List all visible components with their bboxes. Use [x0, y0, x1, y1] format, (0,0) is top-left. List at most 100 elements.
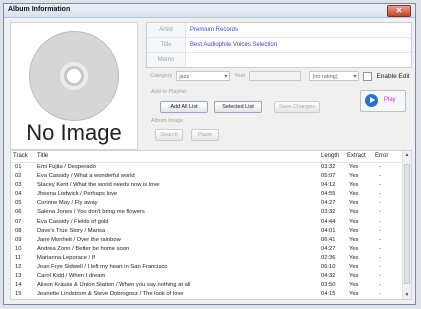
track-extract: Yes	[349, 264, 359, 271]
track-extract: Yes	[349, 173, 359, 180]
track-length: 06:41	[321, 236, 336, 243]
track-length: 03:32	[321, 209, 336, 216]
track-title: Stacey Kent / What the world needs now i…	[37, 182, 160, 189]
track-number: 04	[15, 191, 22, 198]
track-error: -	[379, 273, 381, 280]
track-number: 07	[15, 218, 22, 225]
track-number: 13	[15, 273, 22, 280]
track-length: 04:15	[321, 291, 336, 298]
track-number: 12	[15, 264, 22, 271]
track-error: -	[379, 164, 381, 170]
category-label: Category	[150, 73, 173, 79]
track-number: 05	[15, 200, 22, 207]
track-number: 09	[15, 236, 22, 243]
track-extract: Yes	[349, 200, 359, 207]
header-extract[interactable]: Extract	[345, 151, 373, 162]
track-number: 11	[15, 254, 22, 261]
track-length: 02:36	[321, 254, 336, 261]
add-to-playlist-label: Add to Playlist	[151, 89, 186, 95]
table-row[interactable]: 15 Jeanette Lindstrom & Steve Dobrogosz /…	[11, 290, 411, 299]
album-meta-panel: Artist Premium Records Title Best Audiop…	[146, 22, 412, 68]
track-number: 03	[15, 182, 22, 189]
title-bar[interactable]: Album Information ✕	[4, 4, 415, 18]
table-row[interactable]: 14 Alison Krauss & Union Station / When y…	[11, 281, 411, 290]
table-row[interactable]: 08 Dave's True Story / Marisa 04:01 Yes -	[11, 227, 411, 236]
header-length[interactable]: Length	[319, 151, 345, 162]
table-row[interactable]: 09 Jane Monheit / Over the rainbow 06:41 Ye…	[11, 236, 411, 245]
table-row[interactable]: 06 Salena Jones / You don't bring me flow…	[11, 208, 411, 217]
table-row[interactable]: 07 Eva Cassidy / Fields of gold 04:44 Yes -	[11, 218, 411, 227]
search-image-button[interactable]: Search	[155, 129, 183, 141]
artist-label: Artist	[147, 23, 186, 37]
track-number: 10	[15, 245, 22, 252]
track-title: Andrea Zonn / Better be home soon	[37, 245, 130, 252]
track-error: -	[379, 291, 381, 298]
track-title: Emi Fujita / Desperado	[37, 164, 96, 170]
play-button[interactable]: Play	[360, 90, 406, 112]
table-row[interactable]: 10 Andrea Zonn / Better be home soon 04:27…	[11, 245, 411, 254]
selected-list-button[interactable]: Selected List	[214, 101, 262, 113]
title-value[interactable]: Best Audiophile Voices Selection	[186, 42, 277, 48]
track-extract: Yes	[349, 236, 359, 243]
album-art-placeholder: No Image	[10, 22, 138, 150]
paste-image-button[interactable]: Paste	[191, 129, 219, 141]
track-extract: Yes	[349, 291, 359, 298]
close-button[interactable]: ✕	[387, 5, 411, 17]
track-error: -	[379, 264, 381, 271]
category-value: jazz	[179, 74, 190, 80]
track-title: Marianna Leporace / If	[37, 254, 96, 261]
track-length: 04:44	[321, 218, 336, 225]
chevron-down-icon: ▾	[353, 74, 357, 80]
track-number: 14	[15, 282, 22, 289]
track-extract: Yes	[349, 182, 359, 189]
table-row[interactable]: 13 Carol Kidd / When I dream 04:32 Yes -	[11, 272, 411, 281]
artist-value[interactable]: Premium Records	[186, 27, 238, 33]
track-error: -	[379, 245, 381, 252]
header-title[interactable]: Title	[35, 151, 319, 162]
add-all-list-button[interactable]: Add All List	[160, 101, 208, 113]
track-list[interactable]: Track Title Length Extract Error 01 Emi F…	[10, 150, 412, 300]
table-row[interactable]: 11 Marianna Leporace / If 02:36 Yes -	[11, 254, 411, 263]
track-extract: Yes	[349, 254, 359, 261]
track-list-header: Track Title Length Extract Error	[11, 151, 411, 163]
category-select[interactable]: jazz ▾	[176, 71, 231, 81]
rating-select[interactable]: (no rating) ▾	[309, 71, 360, 81]
table-row[interactable]: 01 Emi Fujita / Desperado 03:32 Yes -	[11, 163, 411, 172]
track-title: Jeanette Lindstrom & Steve Dobrogosz / T…	[37, 291, 184, 298]
track-number: 15	[15, 291, 22, 298]
scroll-thumb[interactable]	[404, 164, 410, 284]
track-extract: Yes	[349, 191, 359, 198]
track-extract: Yes	[349, 282, 359, 289]
track-error: -	[379, 191, 381, 198]
header-track[interactable]: Track	[11, 151, 35, 162]
cd-disc-icon	[29, 31, 119, 121]
title-label: Title	[147, 38, 186, 52]
table-row[interactable]: 04 Jheena Lodwick / Perhaps love 04:55 Yes -	[11, 190, 411, 199]
table-row[interactable]: 03 Stacey Kent / What the world needs now…	[11, 181, 411, 190]
track-length: 03:50	[321, 282, 336, 289]
track-number: 02	[15, 173, 22, 180]
track-error: -	[379, 200, 381, 207]
chevron-down-icon: ▾	[224, 74, 228, 80]
track-title: Alison Krauss & Union Station / When you…	[37, 282, 191, 289]
no-image-text: No Image	[26, 120, 122, 145]
window-title: Album Information	[8, 6, 71, 13]
year-field[interactable]	[249, 71, 302, 81]
track-length: 03:32	[321, 164, 336, 170]
track-length: 04:55	[321, 191, 336, 198]
table-row[interactable]: 02 Eva Cassidy / What a wonderful world 05…	[11, 172, 411, 181]
vertical-scrollbar[interactable]: ▲ ▼	[402, 151, 411, 299]
track-length: 04:32	[321, 273, 336, 280]
enable-edit-label: Enable Edit	[376, 72, 410, 80]
track-length: 05:07	[321, 173, 336, 180]
scroll-down-icon[interactable]: ▼	[404, 292, 410, 298]
track-error: -	[379, 227, 381, 234]
header-error[interactable]: Error	[373, 151, 401, 162]
save-changes-button[interactable]: Save Changes	[274, 101, 320, 113]
table-row[interactable]: 12 Jean Frye Sidwell / I left my heart in…	[11, 263, 411, 272]
year-label: Year	[234, 73, 246, 79]
scroll-up-icon[interactable]: ▲	[404, 152, 410, 158]
track-rows: 01 Emi Fujita / Desperado 03:32 Yes - 02 Eva C…	[11, 163, 411, 299]
enable-edit-checkbox[interactable]	[363, 71, 373, 81]
table-row[interactable]: 05 Corinne May / Fly away 04:27 Yes -	[11, 199, 411, 208]
